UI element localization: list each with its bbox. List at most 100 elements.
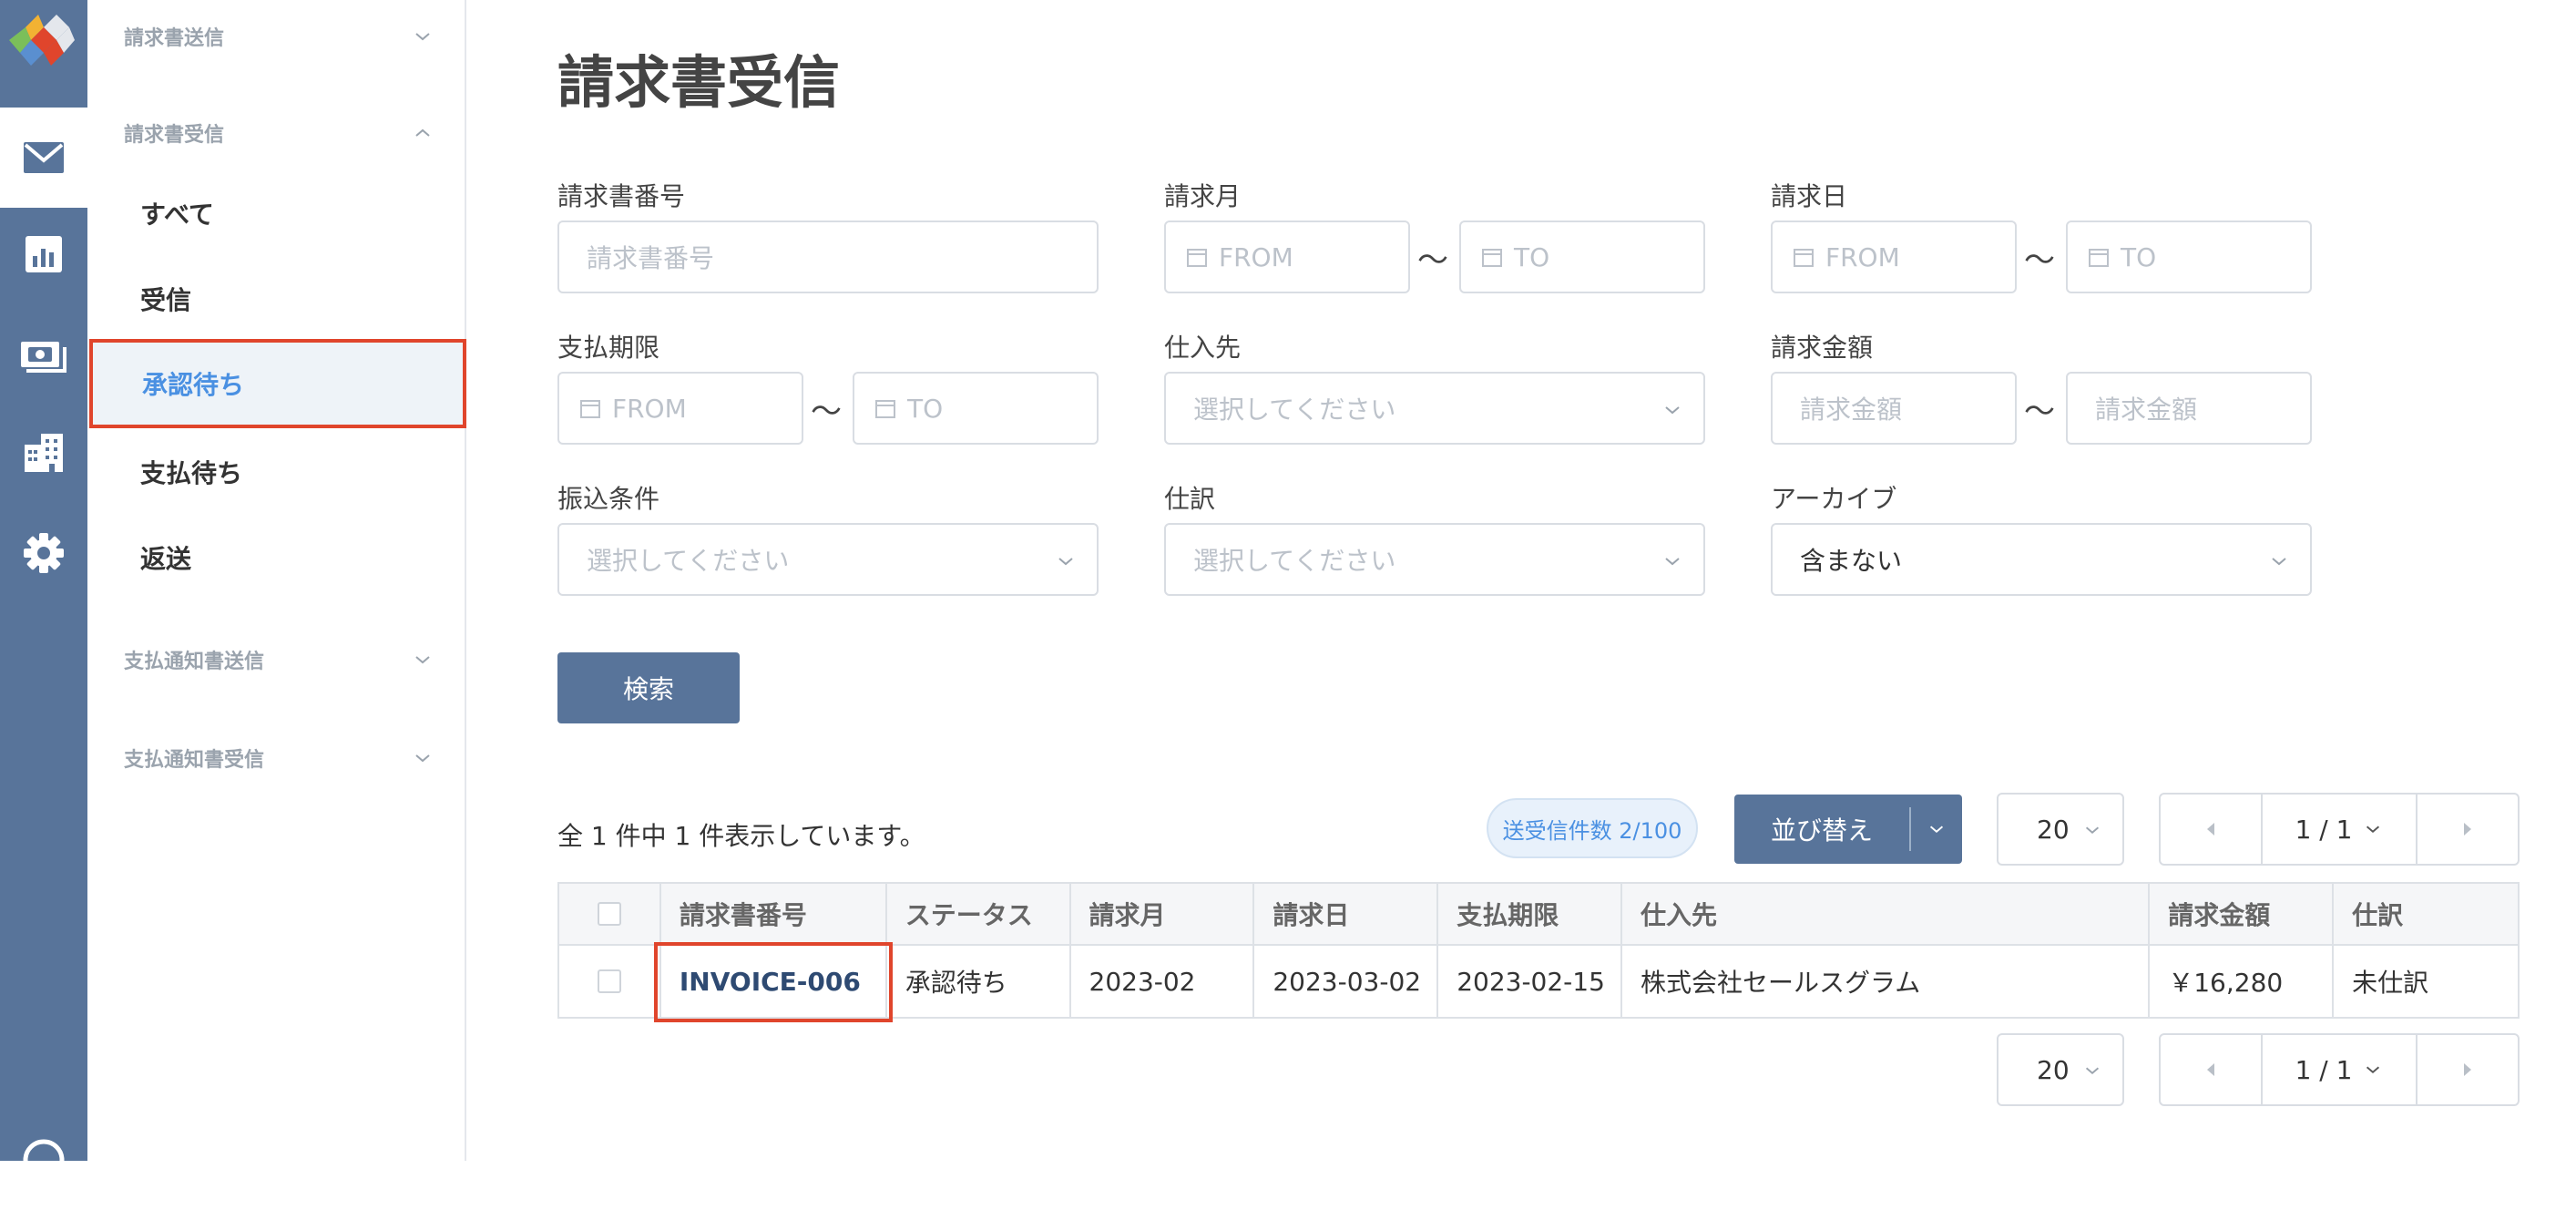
journal-label: 仕訳 — [1164, 484, 1216, 514]
result-summary: 全 1 件中 1 件表示しています。 — [557, 821, 925, 851]
page-title: 請求書受信 — [557, 49, 841, 116]
sort-dropdown-toggle[interactable] — [1911, 819, 1962, 839]
nav-group-payment-notice-send[interactable]: 支払通知書送信 — [124, 641, 434, 678]
page-select[interactable]: 1 / 1 — [2261, 795, 2418, 864]
placeholder: 請求書番号 — [587, 243, 715, 273]
billing-date-to-input[interactable]: TO — [2066, 220, 2312, 293]
chevron-down-icon — [2085, 826, 2100, 834]
page-indicator: 1 / 1 — [2295, 814, 2353, 845]
sidebar-item-returned[interactable]: 返送 — [140, 539, 191, 576]
transfer-terms-label: 振込条件 — [557, 484, 660, 514]
billing-date-from-input[interactable]: FROM — [1771, 220, 2017, 293]
placeholder: TO — [2121, 241, 2157, 272]
page-size-select[interactable]: 20 — [1997, 793, 2124, 866]
search-button[interactable]: 検索 — [557, 652, 740, 723]
column-header[interactable]: 仕入先 — [1620, 882, 2151, 946]
supplier-select[interactable]: 選択してください — [1164, 372, 1705, 445]
chevron-down-icon — [1058, 558, 1073, 566]
range-separator: 〜 — [1417, 242, 1448, 279]
sidebar-item-pending-approval[interactable]: 承認待ち — [89, 339, 466, 428]
rail-payments[interactable] — [0, 304, 87, 405]
chevron-down-icon — [1665, 558, 1680, 566]
billing-date-cell: 2023-03-02 — [1252, 944, 1439, 1019]
app-logo[interactable] — [0, 0, 87, 91]
rail-settings[interactable] — [0, 503, 87, 603]
chevron-down-icon — [2272, 558, 2286, 566]
archive-label: アーカイブ — [1771, 484, 1897, 514]
due-date-to-input[interactable]: TO — [853, 372, 1099, 445]
help-icon — [23, 1139, 65, 1181]
nav-group-label: 請求書受信 — [124, 124, 225, 147]
rail-mail[interactable] — [0, 108, 87, 208]
nav-group-label: 請求書送信 — [124, 27, 225, 50]
journal-select[interactable]: 選択してください — [1164, 523, 1705, 596]
supplier-cell: 株式会社セールスグラム — [1620, 944, 2151, 1019]
next-page-button[interactable] — [2418, 795, 2518, 864]
billing-month-from-input[interactable]: FROM — [1164, 220, 1410, 293]
column-header[interactable]: 請求金額 — [2148, 882, 2335, 946]
placeholder: FROM — [612, 393, 687, 424]
money-icon — [21, 342, 66, 373]
column-header[interactable]: 請求月 — [1068, 882, 1255, 946]
placeholder: TO — [1514, 241, 1550, 272]
mail-icon — [24, 142, 64, 173]
nav-group-invoice-send[interactable]: 請求書送信 — [124, 18, 434, 55]
due-date-from-input[interactable]: FROM — [557, 372, 803, 445]
billing-month-to-input[interactable]: TO — [1459, 220, 1705, 293]
prev-page-button[interactable] — [2161, 795, 2261, 864]
sidebar-item-label: 承認待ち — [142, 370, 245, 400]
nav-group-invoice-receive[interactable]: 請求書受信 — [124, 115, 434, 151]
transfer-terms-select[interactable]: 選択してください — [557, 523, 1099, 596]
sort-button[interactable]: 並び替え — [1734, 795, 1962, 864]
sub-sidebar: 請求書送信 請求書受信 すべて 受信 承認待ち 支払待ち 返送 支払通知書送信 … — [87, 0, 466, 1161]
calendar-icon — [580, 400, 600, 418]
amount-to-input[interactable]: 請求金額 — [2066, 372, 2312, 445]
page-size-value: 20 — [2037, 814, 2070, 845]
calendar-icon — [2089, 249, 2109, 267]
column-header[interactable]: 請求書番号 — [659, 882, 887, 946]
building-icon — [25, 434, 63, 472]
supplier-label: 仕入先 — [1164, 333, 1242, 363]
page-select[interactable]: 1 / 1 — [2261, 1035, 2418, 1104]
status-cell: 承認待ち — [884, 944, 1071, 1019]
placeholder: FROM — [1219, 241, 1293, 272]
rail-reports[interactable] — [0, 204, 87, 304]
column-header[interactable]: ステータス — [884, 882, 1071, 946]
invoice-number-label: 請求書番号 — [557, 181, 686, 211]
placeholder: 請求金額 — [1800, 395, 1903, 425]
next-page-button[interactable] — [2418, 1035, 2518, 1104]
billing-month-label: 請求月 — [1164, 181, 1242, 211]
placeholder: TO — [907, 393, 944, 424]
pagination: 1 / 1 — [2159, 793, 2520, 866]
column-header[interactable]: 請求日 — [1252, 882, 1439, 946]
rail-help[interactable] — [0, 1110, 87, 1210]
calendar-icon — [1482, 249, 1502, 267]
amount-label: 請求金額 — [1771, 333, 1874, 363]
pagination-bottom: 1 / 1 — [2159, 1033, 2520, 1106]
chevron-down-icon — [1665, 406, 1680, 415]
sidebar-item-received[interactable]: 受信 — [140, 281, 191, 317]
journal-cell: 未仕訳 — [2332, 944, 2520, 1019]
rail-companies[interactable] — [0, 403, 87, 503]
archive-select[interactable]: 含まない — [1771, 523, 2312, 596]
calendar-icon — [1794, 249, 1814, 267]
column-header[interactable]: 支払期限 — [1436, 882, 1623, 946]
selected-value: 含まない — [1800, 546, 1903, 576]
chevron-down-icon — [2085, 1067, 2100, 1074]
placeholder: 選択してください — [1193, 395, 1396, 425]
due-date-cell: 2023-02-15 — [1436, 944, 1623, 1019]
caret-right-icon — [2464, 823, 2471, 836]
sidebar-item-all[interactable]: すべて — [140, 195, 214, 231]
sidebar-item-pending-payment[interactable]: 支払待ち — [140, 454, 242, 490]
prev-page-button[interactable] — [2161, 1035, 2261, 1104]
page-indicator: 1 / 1 — [2295, 1054, 2353, 1085]
select-all-checkbox[interactable] — [597, 902, 621, 926]
column-header[interactable]: 仕訳 — [2332, 882, 2520, 946]
page-size-select-bottom[interactable]: 20 — [1997, 1033, 2124, 1106]
calendar-icon — [875, 400, 895, 418]
amount-from-input[interactable]: 請求金額 — [1771, 372, 2017, 445]
table-row[interactable]: INVOICE-006 承認待ち 2023-02 2023-03-02 2023… — [557, 942, 2520, 1022]
row-checkbox[interactable] — [597, 969, 621, 993]
invoice-number-input[interactable]: 請求書番号 — [557, 220, 1099, 293]
nav-group-payment-notice-receive[interactable]: 支払通知書受信 — [124, 740, 434, 776]
